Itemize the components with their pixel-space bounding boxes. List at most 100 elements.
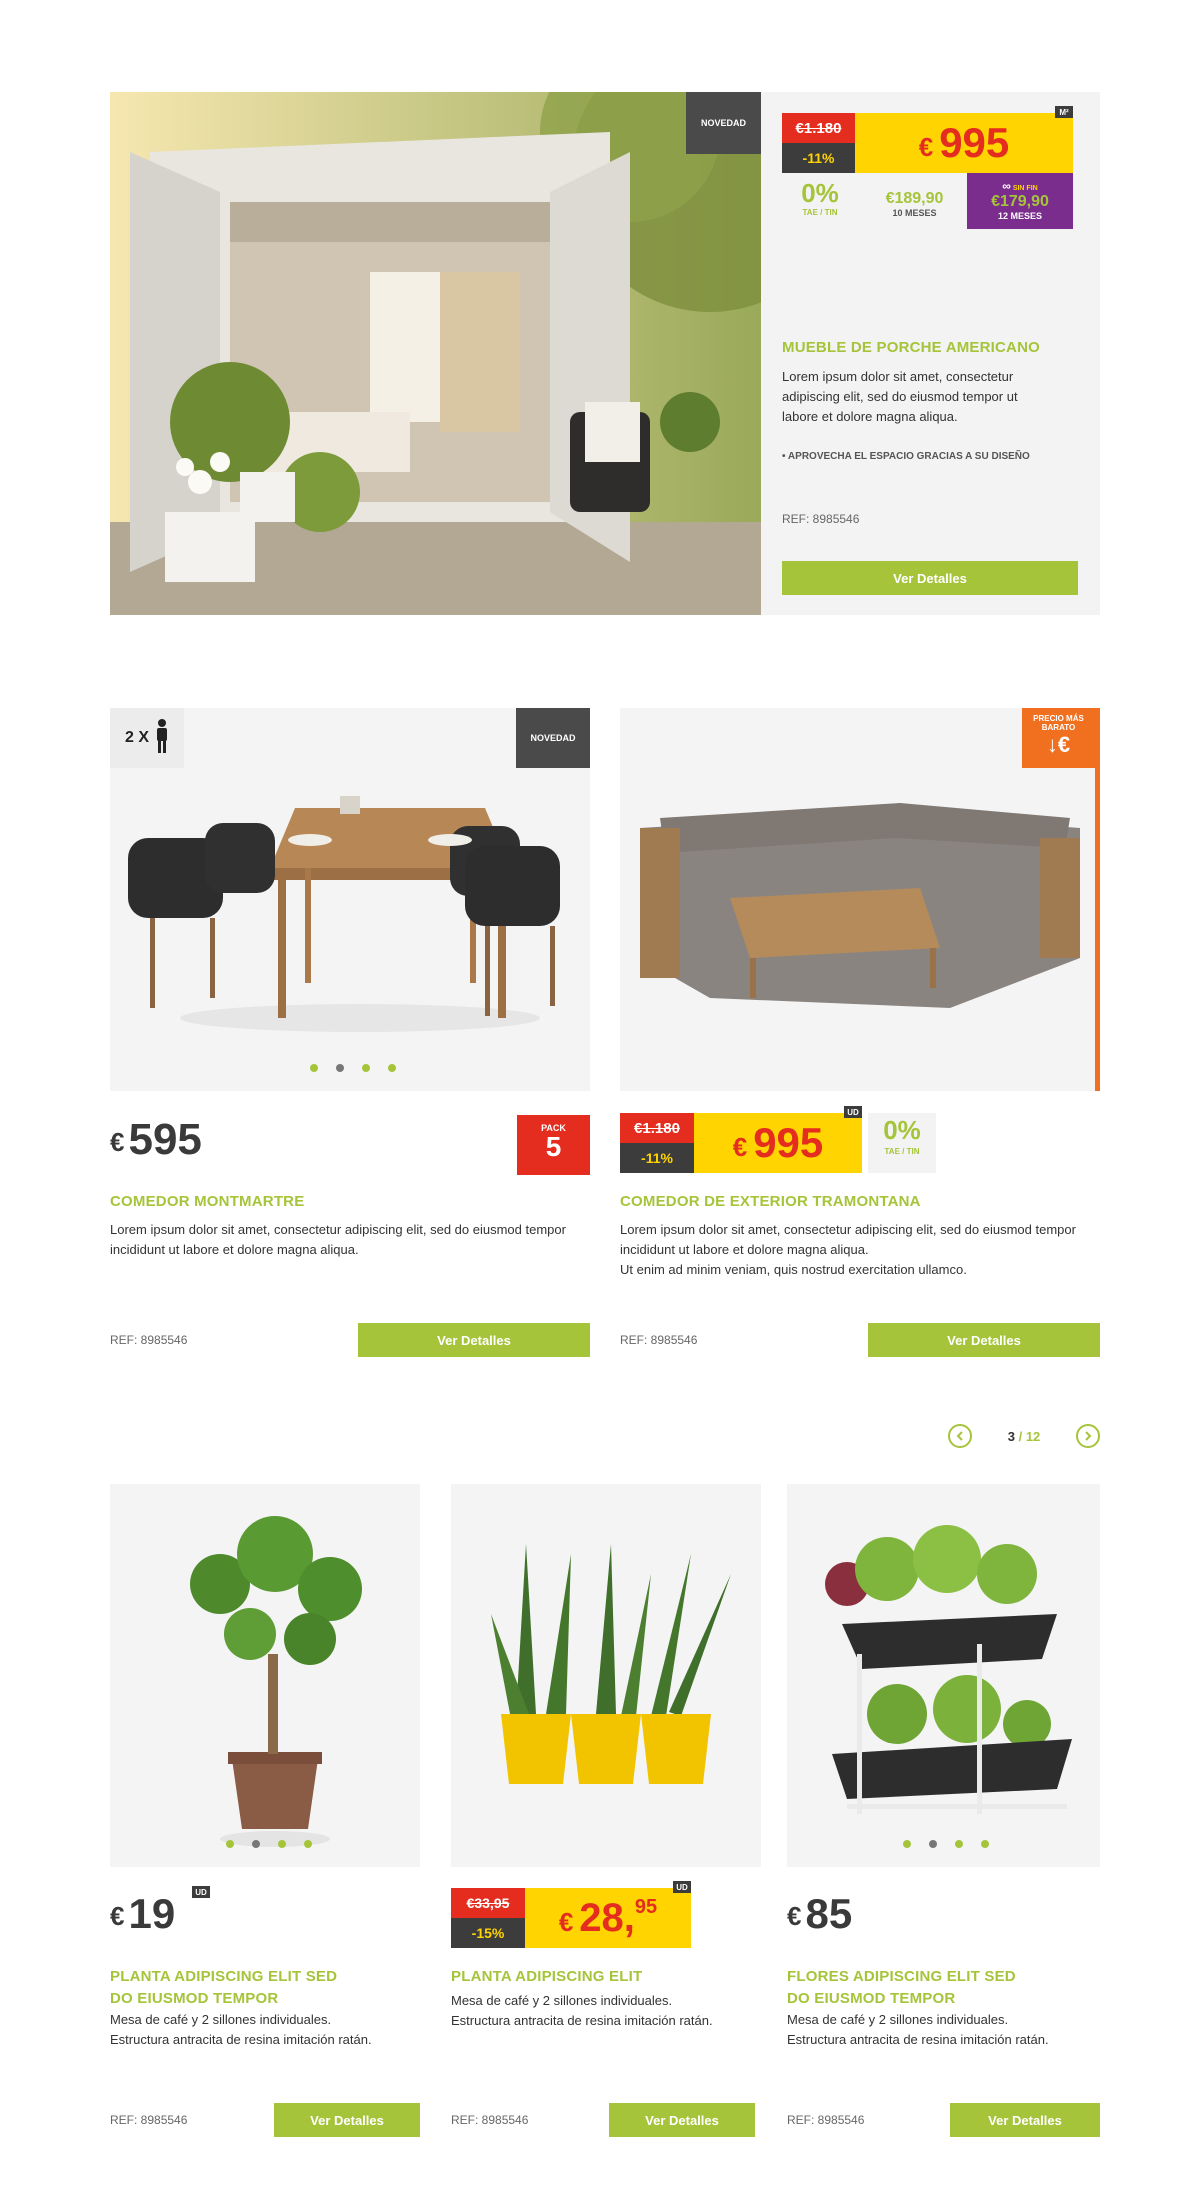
total-pages: 12 xyxy=(1025,1428,1041,1444)
card-dining-image: 2 X NOVEDAD xyxy=(110,708,590,1091)
unit-badge: UD xyxy=(844,1106,862,1118)
product-ref: REF: 8985546 xyxy=(620,1333,698,1347)
price-currency: € xyxy=(918,131,934,162)
price-value: 995 xyxy=(939,119,1010,166)
view-details-button[interactable]: Ver Detalles xyxy=(274,2103,420,2137)
carousel-dot[interactable] xyxy=(388,1064,396,1072)
view-details-button[interactable]: Ver Detalles xyxy=(358,1323,590,1357)
price-value: 85 xyxy=(805,1890,853,1937)
price-value: 995 xyxy=(753,1119,824,1166)
price-value: 595 xyxy=(128,1115,202,1164)
desc-line-2: Estructura antracita de resina imitación… xyxy=(451,2013,713,2028)
carousel-dot[interactable] xyxy=(903,1840,911,1848)
view-details-button[interactable]: Ver Detalles xyxy=(950,2103,1100,2137)
lettuce-planter-photo xyxy=(787,1484,1100,1867)
discount-badge: -11% xyxy=(782,143,855,173)
price-value: 19 xyxy=(128,1890,176,1937)
pagination: 3 / 12 xyxy=(948,1423,1100,1449)
cheapest-price-badge: PRECIO MÁS BARATO ↓€ xyxy=(1022,708,1095,768)
card-outdoor-image: PRECIO MÁS BARATO ↓€ xyxy=(620,708,1100,1091)
title-line-1: FLORES ADIPISCING ELIT SED xyxy=(787,1968,1016,1985)
unit-badge: M² xyxy=(1055,106,1073,118)
current-price: € 995 xyxy=(694,1113,862,1173)
product-ref: REF: 8985546 xyxy=(110,1333,188,1347)
carousel-dot[interactable] xyxy=(310,1064,318,1072)
current-page: 3 xyxy=(1007,1428,1015,1444)
price-currency: € xyxy=(787,1901,802,1931)
plant-lettuce-image xyxy=(787,1484,1100,1867)
unit-badge: UD xyxy=(673,1881,691,1893)
cheapest-label-1: PRECIO MÁS xyxy=(1033,714,1084,723)
desc-line-1: Mesa de café y 2 sillones individuales. xyxy=(787,2012,1009,2027)
carousel-dot[interactable] xyxy=(278,1840,286,1848)
person-icon xyxy=(155,718,169,758)
persons-badge: 2 X xyxy=(110,708,184,768)
product-title: COMEDOR MONTMARTRE xyxy=(110,1193,305,1210)
money-tree-photo xyxy=(110,1484,420,1867)
view-details-button[interactable]: Ver Detalles xyxy=(868,1323,1100,1357)
discount-badge: -15% xyxy=(451,1918,525,1948)
price-currency: € xyxy=(110,1127,125,1157)
carousel-dot[interactable] xyxy=(304,1840,312,1848)
old-price: €33,95 xyxy=(451,1888,525,1918)
product-title: PLANTA ADIPISCING ELIT xyxy=(451,1966,642,1988)
price-currency: € xyxy=(558,1906,574,1937)
page-indicator: 3 / 12 xyxy=(1008,1429,1041,1444)
product-description: Lorem ipsum dolor sit amet, consectetur … xyxy=(620,1222,1076,1257)
old-price: €1.180 xyxy=(782,113,855,143)
carousel-dot[interactable] xyxy=(362,1064,370,1072)
bullet-text: APROVECHA EL ESPACIO GRACIAS A SU DISEÑO xyxy=(787,451,1030,462)
old-price: €1.180 xyxy=(620,1113,694,1143)
title-line-2: DO EIUSMOD TEMPOR xyxy=(110,1990,279,2007)
card-dining-price: € 595 xyxy=(110,1118,202,1162)
current-price: € 995 xyxy=(855,113,1073,173)
product-description: Mesa de café y 2 sillones individuales. … xyxy=(787,2010,1049,2050)
current-price: € 28, 95 xyxy=(525,1888,691,1948)
page-separator: / xyxy=(1018,1428,1023,1444)
novedad-badge: NOVEDAD xyxy=(686,92,761,154)
financing-card: ∞ SIN FIN €179,90 12 MESES xyxy=(967,173,1073,229)
card-logo-text: SIN FIN xyxy=(1012,185,1038,192)
financing-monthly-value: €189,90 xyxy=(885,190,944,207)
unit-badge: UD xyxy=(192,1886,210,1898)
next-page-button[interactable] xyxy=(1075,1424,1100,1448)
carousel-dots xyxy=(903,1840,989,1848)
title-line-1: PLANTA ADIPISCING ELIT xyxy=(451,1968,643,1985)
financing-rate-value: 0% xyxy=(883,1115,921,1145)
product-title: MUEBLE DE PORCHE AMERICANO xyxy=(782,339,1040,356)
shed-photo xyxy=(110,92,761,615)
hero-product-image: NOVEDAD xyxy=(110,92,761,615)
desc-line-1: Mesa de café y 2 sillones individuales. xyxy=(451,1993,673,2008)
hero-product: NOVEDAD €1.180 -11% € 995 M² 0% TAE / TI… xyxy=(110,92,1100,615)
carousel-dot-active[interactable] xyxy=(252,1840,260,1848)
plant3-price: € 85 xyxy=(787,1893,852,1935)
financing-rate: 0% TAE / TIN xyxy=(782,178,858,232)
cheapest-label-2: BARATO xyxy=(1041,723,1076,732)
carousel-dot[interactable] xyxy=(981,1840,989,1848)
price-cents: 95 xyxy=(634,1896,658,1918)
card-logo: ∞ SIN FIN xyxy=(967,179,1073,193)
carousel-dot-active[interactable] xyxy=(929,1840,937,1848)
novedad-badge: NOVEDAD xyxy=(516,708,590,768)
pack-value: 5 xyxy=(545,1131,562,1162)
carousel-dots xyxy=(226,1840,312,1848)
financing-rate: 0% TAE / TIN xyxy=(868,1113,936,1173)
prev-page-button[interactable] xyxy=(948,1424,972,1448)
carousel-dot-active[interactable] xyxy=(336,1064,344,1072)
price-value: 28, xyxy=(579,1895,635,1940)
financing-rate-label: TAE / TIN xyxy=(802,208,838,217)
product-title: FLORES ADIPISCING ELIT SED DO EIUSMOD TE… xyxy=(787,1966,1016,2010)
financing-card-months: 12 MESES xyxy=(997,211,1043,221)
view-details-button[interactable]: Ver Detalles xyxy=(782,561,1078,595)
product-ref: REF: 8985546 xyxy=(451,2113,529,2127)
financing-card-monthly: €179,90 xyxy=(991,193,1049,210)
carousel-dot[interactable] xyxy=(226,1840,234,1848)
financing-rate-label: TAE / TIN xyxy=(884,1147,920,1156)
desc-line-2: Estructura antracita de resina imitación… xyxy=(787,2032,1049,2047)
view-details-button[interactable]: Ver Detalles xyxy=(609,2103,755,2137)
carousel-dot[interactable] xyxy=(955,1840,963,1848)
infinity-icon: ∞ xyxy=(1002,179,1011,193)
desc-line-2: Estructura antracita de resina imitación… xyxy=(110,2032,372,2047)
carousel-dots xyxy=(310,1064,396,1072)
product-description: Mesa de café y 2 sillones individuales. … xyxy=(451,1991,713,2031)
